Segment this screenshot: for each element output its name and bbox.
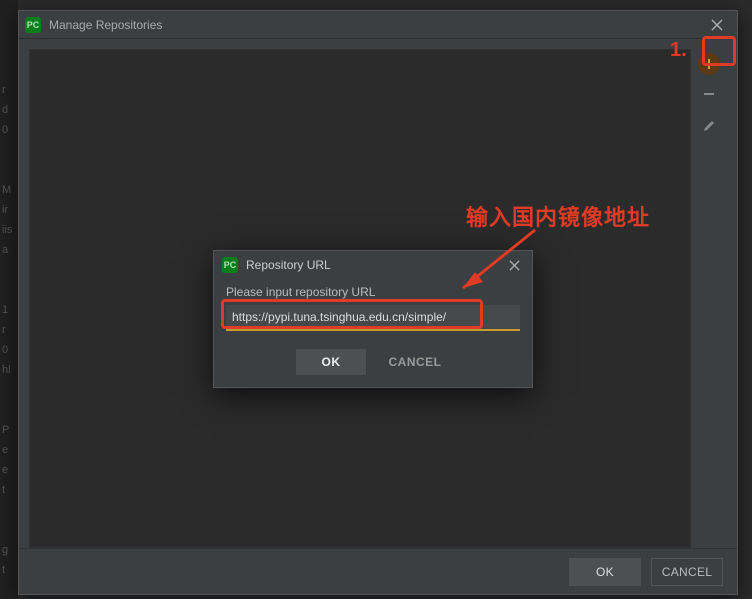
- side-action-bar: [691, 49, 727, 548]
- dialog-title: Manage Repositories: [49, 18, 695, 32]
- editor-gutter: rd0 Miriisa 1r0hl Peet gt: [0, 0, 18, 599]
- cancel-button[interactable]: CANCEL: [651, 558, 723, 586]
- repository-url-input[interactable]: [226, 305, 520, 331]
- inner-dialog-footer: OK CANCEL: [214, 343, 532, 387]
- pycharm-icon: PC: [222, 257, 238, 273]
- dialog-titlebar[interactable]: PC Manage Repositories: [19, 11, 737, 39]
- ok-button[interactable]: OK: [569, 558, 641, 586]
- inner-dialog-titlebar[interactable]: PC Repository URL: [214, 251, 532, 279]
- pycharm-icon: PC: [25, 17, 41, 33]
- plus-icon: [703, 58, 715, 70]
- edit-repository-button[interactable]: [696, 113, 722, 139]
- repository-url-dialog: PC Repository URL Please input repositor…: [213, 250, 533, 388]
- close-icon[interactable]: [703, 11, 731, 39]
- dialog-footer: OK CANCEL: [19, 548, 737, 594]
- close-icon[interactable]: [504, 255, 524, 275]
- inner-dialog-title: Repository URL: [246, 258, 496, 272]
- inner-ok-button[interactable]: OK: [296, 349, 366, 375]
- inner-dialog-body: Please input repository URL: [214, 279, 532, 343]
- add-repository-button[interactable]: [698, 53, 720, 75]
- remove-repository-button[interactable]: [696, 81, 722, 107]
- repository-url-label: Please input repository URL: [226, 285, 520, 299]
- minus-icon: [702, 87, 716, 101]
- inner-cancel-button[interactable]: CANCEL: [380, 349, 450, 375]
- pencil-icon: [702, 119, 716, 133]
